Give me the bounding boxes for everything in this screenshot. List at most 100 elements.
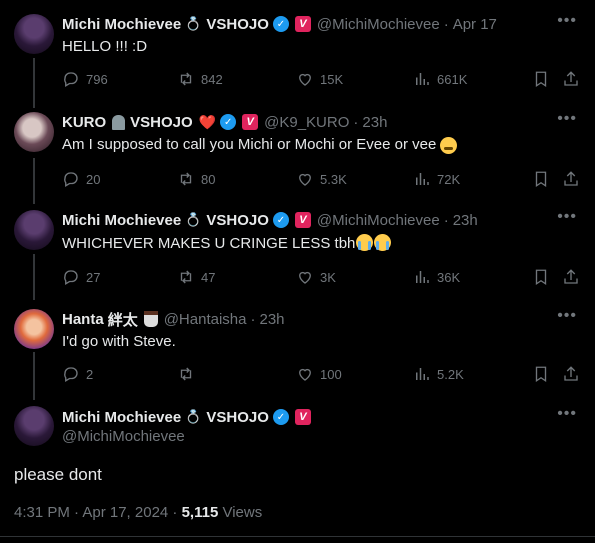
views-button[interactable]: 661K [413, 70, 467, 88]
share-icon [564, 269, 578, 284]
crying-face-emoji-icon [356, 234, 374, 251]
thread-line [33, 352, 35, 400]
handle[interactable]: @Hantaisha [164, 311, 247, 328]
timestamp[interactable]: 23h [362, 114, 387, 131]
avatar[interactable] [14, 309, 54, 349]
more-icon[interactable]: ••• [557, 208, 577, 226]
separator-dot: · [250, 310, 256, 328]
bookmark-icon [535, 171, 547, 188]
avatar[interactable] [14, 210, 54, 250]
tweet-text-content: WHICHEVER MAKES U CRINGE LESS tbh [62, 235, 356, 252]
bookmark-button[interactable] [532, 268, 550, 289]
ring-emoji-icon: 💍 [185, 409, 202, 424]
bookmark-button[interactable] [532, 365, 550, 386]
avatar[interactable] [14, 112, 54, 152]
reply-count: 27 [86, 269, 101, 285]
reply-count: 796 [86, 71, 108, 87]
tweet-text-content: Am I supposed to call you Michi or Mochi… [62, 136, 437, 153]
display-name[interactable]: Michi Mochievee [62, 409, 181, 426]
retweet-count: 80 [201, 171, 216, 187]
like-button[interactable]: 3K [296, 268, 336, 286]
org-name: VSHOJO [206, 211, 269, 229]
like-count: 5.3K [320, 171, 347, 187]
share-icon [564, 171, 578, 186]
retweet-button[interactable] [177, 365, 201, 383]
like-button[interactable]: 100 [296, 365, 342, 383]
ring-emoji-icon: 💍 [185, 212, 202, 227]
main-handle[interactable]: @MichiMochievee [62, 428, 185, 445]
display-name[interactable]: Michi Mochievee [62, 212, 181, 229]
main-timestamp[interactable]: 4:31 PM · Apr 17, 2024 · [14, 504, 182, 521]
share-button[interactable] [562, 365, 580, 386]
coffee-emoji-icon [143, 311, 158, 327]
like-button[interactable]: 5.3K [296, 170, 347, 188]
share-button[interactable] [562, 268, 580, 289]
vshojo-badge-icon: V [294, 409, 311, 425]
views-button[interactable]: 72K [413, 170, 460, 188]
views-count: 72K [437, 171, 461, 187]
reply-icon [64, 270, 78, 285]
thread-line [33, 254, 35, 300]
tweet-header: Michi Mochievee 💍 VSHOJO ✓ V @MichiMochi… [62, 210, 478, 230]
like-button[interactable]: 15K [296, 70, 343, 88]
reply-button[interactable]: 2 [62, 365, 93, 383]
views-count: 36K [437, 269, 461, 285]
retweet-button[interactable]: 80 [177, 170, 215, 188]
heart-icon [299, 368, 311, 381]
verified-icon: ✓ [272, 16, 289, 32]
retweet-icon [180, 367, 192, 381]
bookmark-button[interactable] [532, 70, 550, 91]
display-name-suffix: 絆太 [107, 311, 138, 329]
display-name[interactable]: KURO [62, 114, 106, 131]
more-icon[interactable]: ••• [557, 110, 577, 128]
thread-line [33, 58, 35, 108]
handle[interactable]: @K9_KURO [264, 114, 349, 131]
main-avatar[interactable] [14, 406, 54, 446]
display-name[interactable]: Michi Mochievee [62, 16, 181, 33]
main-views-count: 5,115 [181, 504, 219, 521]
bookmark-button[interactable] [532, 170, 550, 191]
timestamp[interactable]: 23h [259, 311, 284, 328]
reply-button[interactable]: 20 [62, 170, 100, 188]
timestamp[interactable]: Apr 17 [453, 16, 497, 33]
views-icon [416, 173, 429, 185]
tweet-header: Michi Mochievee 💍 VSHOJO ✓ V @MichiMochi… [62, 14, 497, 34]
heart-icon [299, 173, 311, 186]
reply-icon [64, 72, 78, 87]
vshojo-badge-icon: V [294, 212, 311, 228]
timestamp[interactable]: 23h [453, 212, 478, 229]
vshojo-badge-icon: V [242, 114, 259, 130]
more-icon[interactable]: ••• [557, 405, 577, 423]
reply-button[interactable]: 796 [62, 70, 108, 88]
handle[interactable]: @MichiMochievee [317, 212, 440, 229]
thread-line [33, 158, 35, 204]
tombstone-emoji-icon [112, 114, 126, 130]
heart-emoji-icon: ❤️ [198, 113, 217, 130]
more-icon[interactable]: ••• [557, 307, 577, 325]
reply-icon [64, 172, 78, 187]
views-button[interactable]: 36K [413, 268, 460, 286]
share-button[interactable] [562, 170, 580, 191]
more-icon[interactable]: ••• [557, 12, 577, 30]
share-button[interactable] [562, 70, 580, 91]
vshojo-badge-icon: V [294, 16, 311, 32]
retweet-button[interactable]: 842 [177, 70, 223, 88]
action-bar: 2 100 5.2K [62, 365, 582, 385]
views-button[interactable]: 5.2K [413, 365, 464, 383]
tweet-text: WHICHEVER MAKES U CRINGE LESS tbh [62, 234, 392, 252]
reply-button[interactable]: 27 [62, 268, 100, 286]
separator-dot: · [353, 113, 359, 131]
main-tweet-header: Michi Mochievee 💍 VSHOJO ✓ V [62, 407, 317, 427]
main-views-label: Views [218, 504, 263, 521]
views-count: 5.2K [437, 366, 464, 382]
views-icon [416, 73, 429, 85]
views-icon [416, 368, 429, 380]
action-bar: 20 80 5.3K 72K [62, 170, 582, 190]
retweet-button[interactable]: 47 [177, 268, 215, 286]
retweet-count: 47 [201, 269, 216, 285]
display-name[interactable]: Hanta [62, 311, 104, 328]
handle[interactable]: @MichiMochievee [317, 16, 440, 33]
heart-icon [299, 271, 311, 284]
avatar[interactable] [14, 14, 54, 54]
main-tweet-text: please dont [14, 465, 102, 484]
